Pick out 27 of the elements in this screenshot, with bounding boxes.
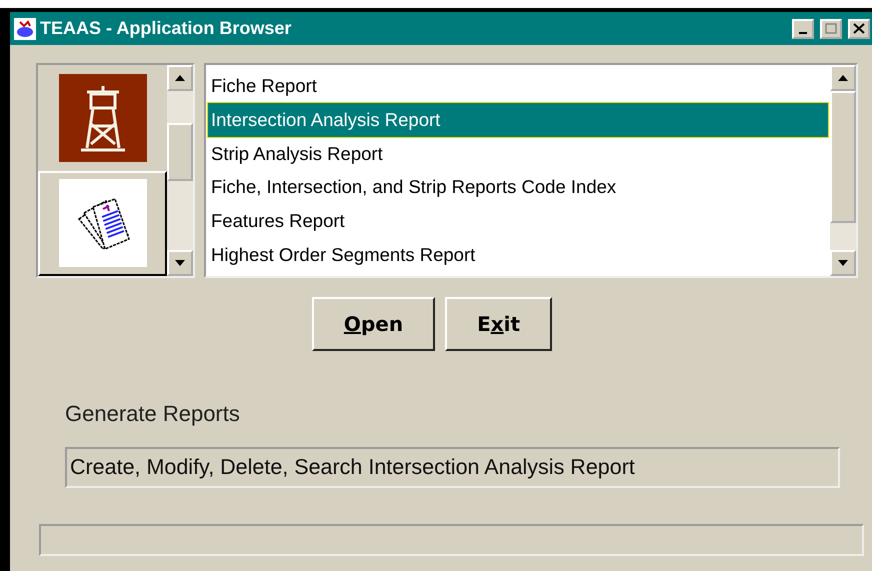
scroll-up-icon[interactable] (838, 75, 848, 81)
watchtower-icon (58, 74, 146, 162)
scroll-down-icon[interactable] (175, 260, 185, 266)
close-icon (853, 23, 865, 34)
minimize-icon (799, 32, 807, 34)
maximize-button[interactable] (820, 18, 842, 38)
report-item[interactable]: Intersection Analysis Report (208, 102, 828, 137)
window-title: TEAAS - Application Browser (40, 18, 292, 39)
app-icon (14, 18, 36, 40)
minimize-button[interactable] (792, 18, 814, 38)
documents-icon (58, 179, 146, 268)
close-button[interactable] (848, 18, 870, 38)
open-button[interactable]: Open (312, 297, 436, 351)
scroll-up-icon[interactable] (175, 75, 185, 81)
exit-button[interactable]: Exit (445, 297, 552, 351)
description-field: Create, Modify, Delete, Search Intersection Analysis Report (65, 447, 840, 488)
report-item[interactable]: Fiche, Intersection, and Strip Reports Code Index (208, 170, 828, 204)
report-item[interactable]: Features Report (208, 204, 828, 238)
scrollbar[interactable] (167, 65, 193, 276)
report-item[interactable]: Strip Analysis Report (208, 136, 828, 170)
maximize-icon (825, 23, 837, 34)
scroll-down-icon[interactable] (838, 260, 848, 266)
category-tile[interactable] (38, 170, 167, 276)
scrollbar[interactable] (830, 65, 856, 276)
section-title: Generate Reports (65, 401, 241, 427)
report-item[interactable]: Highest Order Segments Report (208, 238, 828, 272)
report-item[interactable]: Fiche Report (208, 69, 828, 103)
